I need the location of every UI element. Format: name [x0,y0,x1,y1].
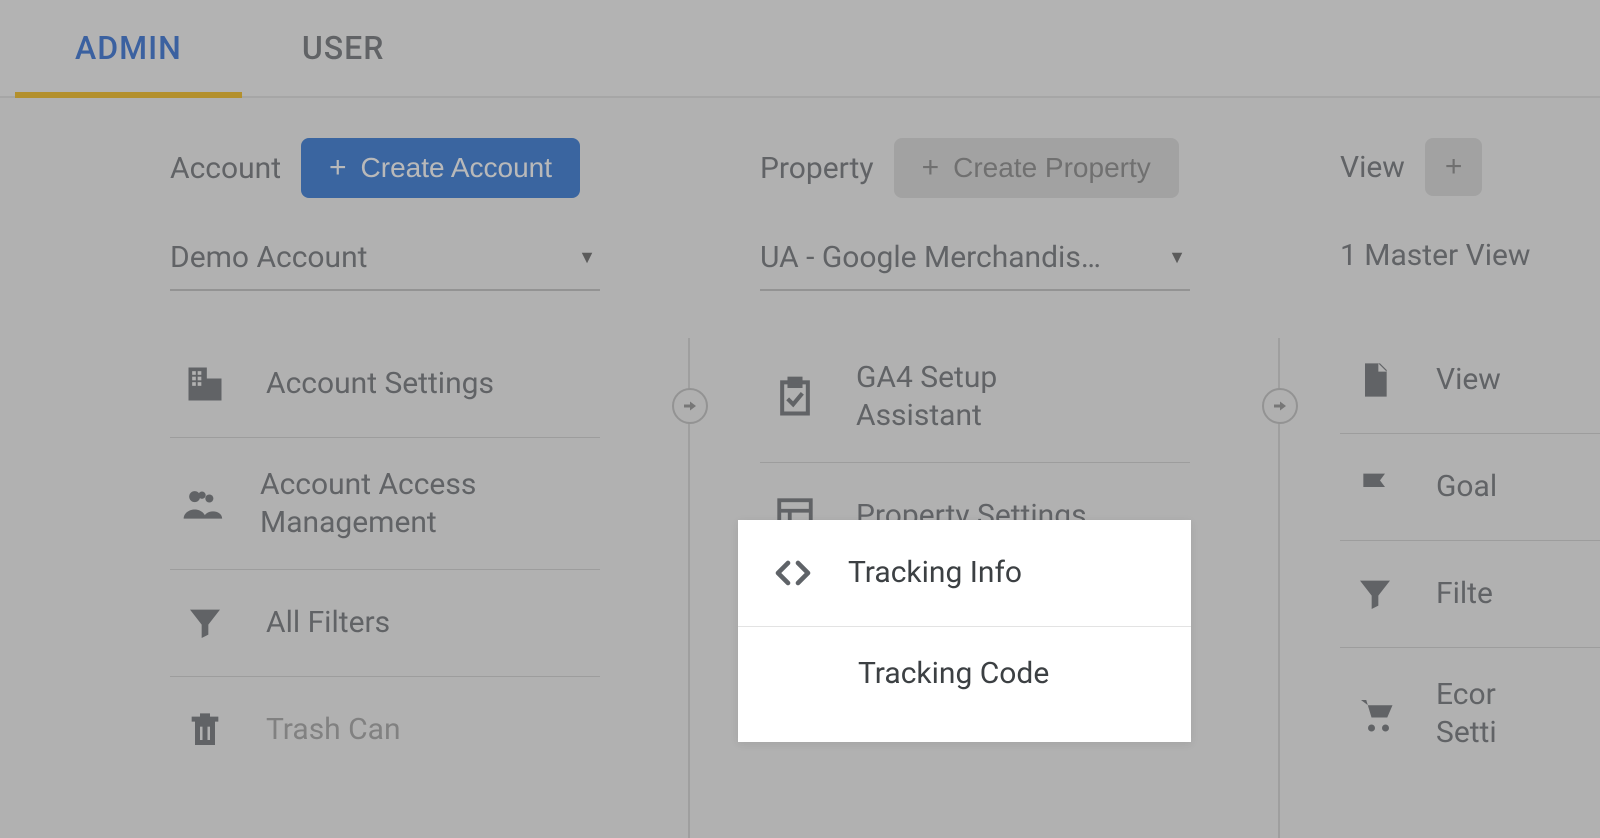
menu-item-ecommerce-settings[interactable]: Ecor Setti [1340,647,1600,779]
flag-icon [1350,462,1400,512]
create-view-button[interactable]: + [1425,138,1483,196]
view-selected-value: 1 Master View [1340,238,1530,273]
tab-admin[interactable]: ADMIN [15,0,242,96]
menu-item-all-filters[interactable]: All Filters [170,569,600,676]
plus-icon: + [329,153,347,183]
view-column: View + 1 Master View View [1280,138,1600,838]
property-column-title: Property [760,151,874,186]
property-selector[interactable]: UA - Google Merchandise Sto… ▼ [760,230,1190,291]
menu-item-goals[interactable]: Goal [1340,433,1600,540]
menu-item-label: Goal [1436,468,1497,506]
menu-item-view-filters[interactable]: Filte [1340,540,1600,647]
admin-tabs: ADMIN USER [0,0,1600,98]
clipboard-check-icon [770,372,820,422]
menu-item-label: Filte [1436,575,1493,613]
menu-item-label: GA4 Setup Assistant [856,359,1076,434]
menu-item-label: Tracking Code [858,655,1049,693]
view-selector[interactable]: 1 Master View [1340,228,1600,287]
menu-item-label: Tracking Info [848,554,1022,592]
menu-item-label: View [1436,361,1501,399]
funnel-icon [180,598,230,648]
menu-item-label: Account Access Management [260,466,590,541]
chevron-down-icon: ▼ [1168,247,1186,268]
property-selected-value: UA - Google Merchandise Sto… [760,240,1110,275]
create-property-label: Create Property [953,152,1151,184]
create-property-button[interactable]: + Create Property [894,138,1179,198]
menu-item-label: Ecor Setti [1436,676,1556,751]
menu-item-tracking-code[interactable]: Tracking Code [738,626,1191,721]
cart-icon [1350,689,1400,739]
account-menu: Account Settings Account Access Manageme… [170,331,600,783]
menu-item-label: Account Settings [266,365,494,403]
trash-icon [180,705,230,755]
document-icon [1350,355,1400,405]
menu-item-trash-can[interactable]: Trash Can [170,676,600,783]
menu-item-ga4-setup[interactable]: GA4 Setup Assistant [760,331,1190,462]
menu-item-account-access[interactable]: Account Access Management [170,437,600,569]
buildings-icon [180,359,230,409]
funnel-icon [1350,569,1400,619]
account-selector[interactable]: Demo Account ▼ [170,230,600,291]
plus-icon: + [1445,152,1463,182]
account-selected-value: Demo Account [170,240,367,275]
view-column-title: View [1340,150,1405,185]
menu-item-label: All Filters [266,604,390,642]
account-column: Account + Create Account Demo Account ▼ … [0,138,690,838]
tab-user[interactable]: USER [242,0,445,96]
menu-item-tracking-info[interactable]: Tracking Info [738,520,1191,626]
people-icon [180,479,224,529]
view-menu: View Goal Filte [1340,327,1600,779]
highlight-region: Tracking Info Tracking Code [738,520,1191,742]
create-account-button[interactable]: + Create Account [301,138,580,198]
code-brackets-icon [768,548,818,598]
plus-icon: + [922,153,940,183]
menu-item-account-settings[interactable]: Account Settings [170,331,600,437]
create-account-label: Create Account [361,152,552,184]
chevron-down-icon: ▼ [578,247,596,268]
menu-item-label: Trash Can [266,711,401,749]
account-column-title: Account [170,151,281,186]
menu-item-view-settings[interactable]: View [1340,327,1600,433]
